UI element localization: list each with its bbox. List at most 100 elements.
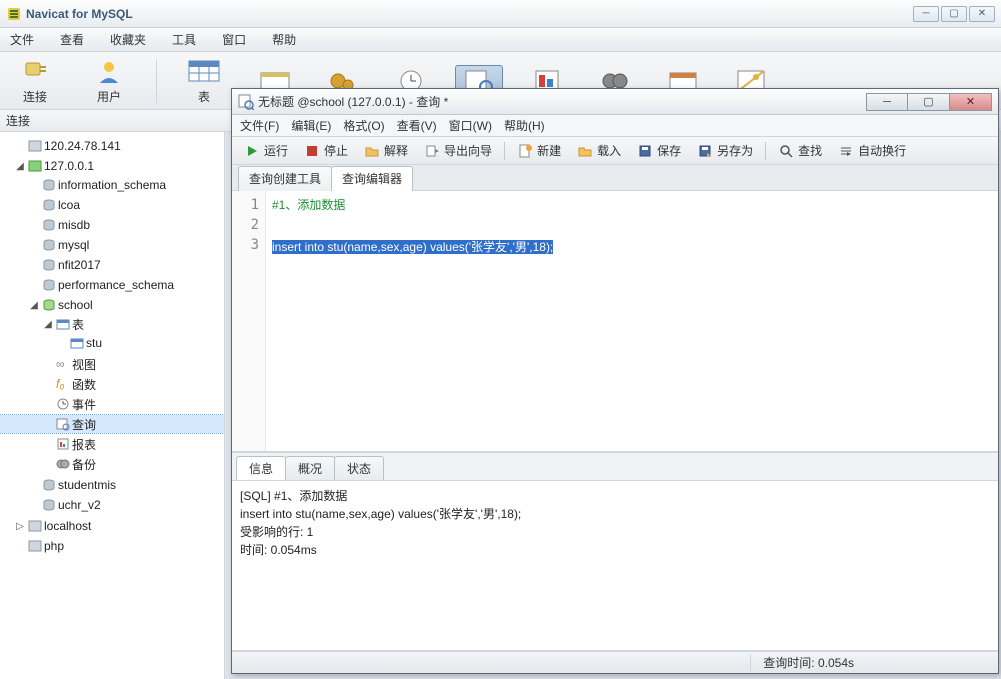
server-icon [26,139,44,153]
tool-connection[interactable]: 连接 [8,56,62,105]
result-line: [SQL] #1、添加数据 [240,487,990,505]
menu-tools[interactable]: 工具 [168,29,200,50]
explain-button[interactable]: 解释 [358,140,414,161]
editor-toolbar: 运行 停止 解释 导出向导 新建 载入 保存 另存为 查找 自动换行 [232,137,998,165]
query-editor-window: 无标题 @school (127.0.0.1) - 查询 * ─ ▢ ✕ 文件(… [231,88,999,674]
tree-db-information-schema[interactable]: information_schema [0,176,224,194]
result-line: 受影响的行: 1 [240,523,990,541]
menu-window[interactable]: 窗口 [218,29,250,50]
tool-table[interactable]: 表 [177,56,231,105]
tab-result-status[interactable]: 状态 [334,456,384,480]
menu-favorites[interactable]: 收藏夹 [106,29,150,50]
new-button[interactable]: 新建 [511,140,567,161]
tool-user[interactable]: 用户 [82,56,136,105]
find-button[interactable]: 查找 [772,140,828,161]
editor-title: 无标题 @school (127.0.0.1) - 查询 * [258,93,448,110]
status-query-time: 查询时间: 0.054s [750,654,866,671]
tree-school-events[interactable]: 事件 [0,395,224,413]
tab-query-editor[interactable]: 查询编辑器 [331,166,413,191]
tree-db-misdb[interactable]: misdb [0,216,224,234]
export-wizard-button[interactable]: 导出向导 [418,140,498,161]
tree-db-mysql[interactable]: mysql [0,236,224,254]
db-icon [40,258,58,272]
result-line: 时间: 0.054ms [240,541,990,559]
editor-menu-file[interactable]: 文件(F) [240,117,279,134]
load-button[interactable]: 载入 [571,140,627,161]
menu-help[interactable]: 帮助 [268,29,300,50]
tree-db-nfit2017[interactable]: nfit2017 [0,256,224,274]
event-icon [54,397,72,411]
tree-db-school[interactable]: ◢school [0,296,224,314]
app-icon [6,6,22,22]
result-line: insert into stu(name,sex,age) values('张学… [240,505,990,523]
svg-text:∞: ∞ [56,357,65,371]
function-icon: f₀ [54,377,72,391]
server-icon [26,539,44,553]
editor-menu-edit[interactable]: 编辑(E) [291,117,331,134]
table-icon [187,56,221,86]
result-tabs: 信息 概况 状态 [232,452,998,481]
tab-result-info[interactable]: 信息 [236,456,286,480]
editor-tabs: 查询创建工具 查询编辑器 [232,165,998,191]
editor-menubar: 文件(F) 编辑(E) 格式(O) 查看(V) 窗口(W) 帮助(H) [232,115,998,137]
db-icon [40,198,58,212]
play-icon [244,143,260,159]
tree-school-queries[interactable]: 查询 [0,415,224,433]
menu-view[interactable]: 查看 [56,29,88,50]
table-icon [68,336,86,350]
tree-host-localhost[interactable]: ▷localhost [0,517,224,535]
editor-close-button[interactable]: ✕ [950,93,992,111]
editor-maximize-button[interactable]: ▢ [908,93,950,111]
tree-school-backups[interactable]: 备份 [0,455,224,473]
plug-icon [18,56,52,86]
tree-school-functions[interactable]: f₀函数 [0,375,224,393]
line-gutter: 123 [232,191,266,451]
run-button[interactable]: 运行 [238,140,294,161]
tab-result-profile[interactable]: 概况 [285,456,335,480]
tree-db-lcoa[interactable]: lcoa [0,196,224,214]
tree-host-local[interactable]: ◢127.0.0.1 [0,157,224,175]
connection-pane-title: 连接 [6,112,30,129]
report-folder-icon [54,437,72,451]
open-folder-icon [577,143,593,159]
close-button[interactable]: ✕ [969,6,995,22]
server-green-icon [26,159,44,173]
new-icon [517,143,533,159]
tree-school-reports[interactable]: 报表 [0,435,224,453]
query-icon [238,94,254,110]
tree-db-uchr-v2[interactable]: uchr_v2 [0,496,224,514]
stop-button[interactable]: 停止 [298,140,354,161]
tree-host-remote[interactable]: 120.24.78.141 [0,137,224,155]
tool-connection-label: 连接 [23,88,47,105]
tree-table-stu[interactable]: stu [0,334,224,352]
editor-menu-view[interactable]: 查看(V) [397,117,437,134]
tab-query-builder[interactable]: 查询创建工具 [238,166,332,191]
search-icon [778,143,794,159]
maximize-button[interactable]: ▢ [941,6,967,22]
result-pane[interactable]: [SQL] #1、添加数据 insert into stu(name,sex,a… [232,481,998,651]
wrap-icon [838,143,854,159]
editor-menu-help[interactable]: 帮助(H) [504,117,545,134]
tool-table-label: 表 [198,88,210,105]
save-button[interactable]: 保存 [631,140,687,161]
minimize-button[interactable]: ─ [913,6,939,22]
save-as-button[interactable]: 另存为 [691,140,759,161]
tree-host-php[interactable]: php [0,537,224,555]
save-as-icon [697,143,713,159]
connection-tree[interactable]: 120.24.78.141 ◢127.0.0.1 information_sch… [0,132,225,679]
auto-wrap-button[interactable]: 自动换行 [832,140,912,161]
editor-minimize-button[interactable]: ─ [866,93,908,111]
menu-file[interactable]: 文件 [6,29,38,50]
tree-db-studentmis[interactable]: studentmis [0,476,224,494]
tree-school-tables[interactable]: ◢表 [0,315,224,333]
sql-editor[interactable]: 123 #1、添加数据 insert into stu(name,sex,age… [232,191,998,452]
backup-folder-icon [54,457,72,471]
tree-db-performance-schema[interactable]: performance_schema [0,276,224,294]
editor-statusbar: 查询时间: 0.054s [232,651,998,673]
editor-menu-format[interactable]: 格式(O) [343,117,384,134]
tree-school-views[interactable]: ∞视图 [0,355,224,373]
view-icon: ∞ [54,357,72,371]
editor-menu-window[interactable]: 窗口(W) [449,117,492,134]
save-icon [637,143,653,159]
sql-code[interactable]: #1、添加数据 insert into stu(name,sex,age) va… [266,191,998,451]
